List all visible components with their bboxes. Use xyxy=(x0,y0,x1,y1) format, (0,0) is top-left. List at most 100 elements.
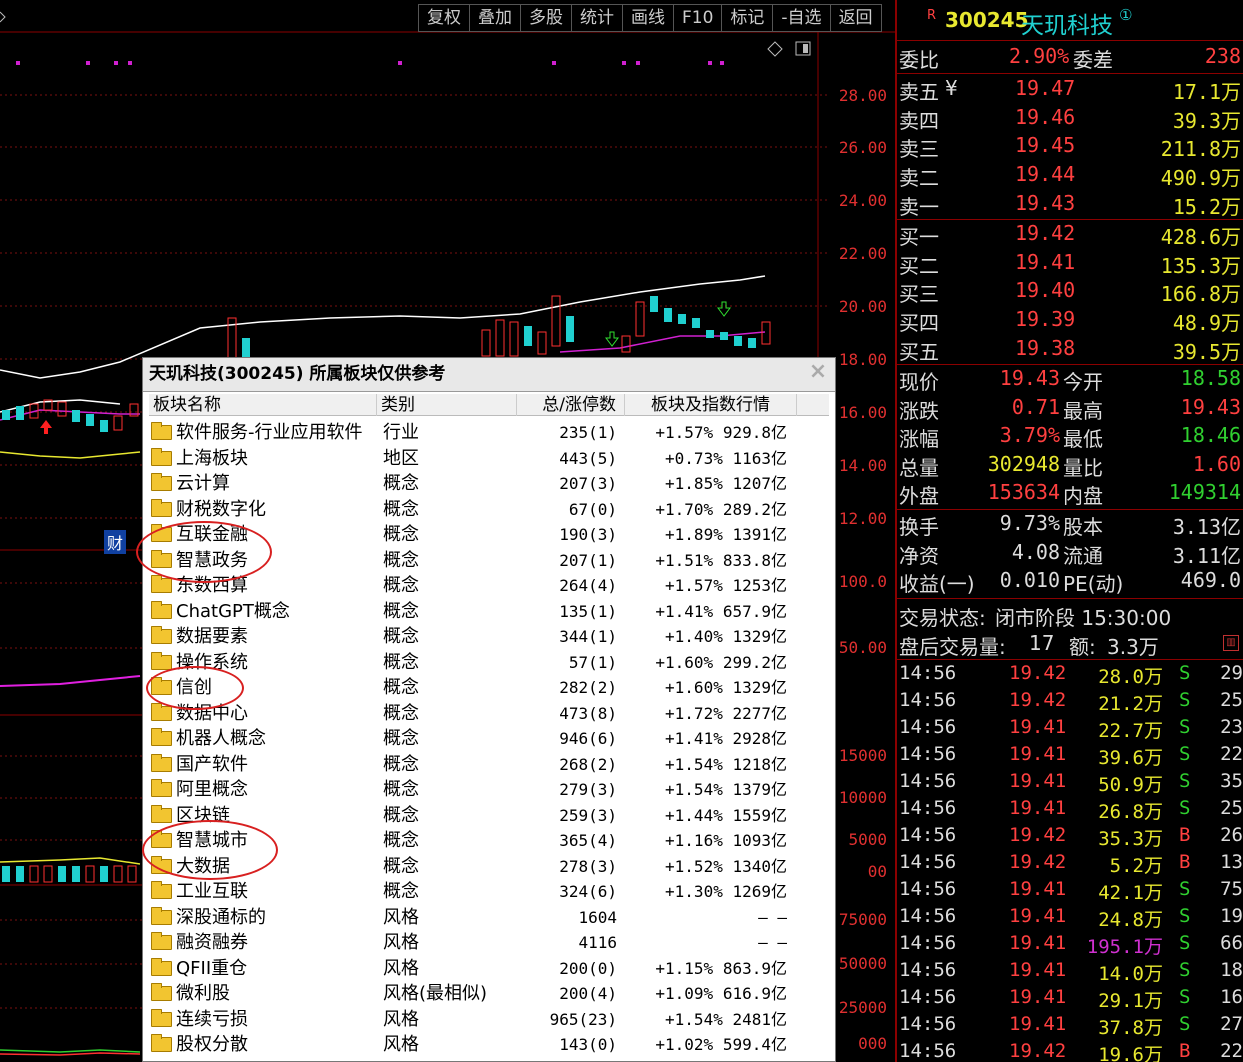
tick-row[interactable]: 14:56 19.41 14.0万 S 18 xyxy=(897,959,1243,986)
stat-label: 涨幅 xyxy=(899,427,939,451)
buy-row[interactable]: 买二 19.41 135.3万 xyxy=(897,250,1243,278)
col-type[interactable]: 类别 xyxy=(377,394,517,416)
stock-name-marker: ① xyxy=(1119,6,1133,24)
tick-row[interactable]: 14:56 19.41 50.9万 S 35 xyxy=(897,770,1243,797)
sector-row[interactable]: 微利股 风格(最相似) 200(4) +1.09% 616.9亿 xyxy=(149,981,829,1007)
toolbar-f10-button[interactable]: F10 xyxy=(674,5,723,31)
tick-row[interactable]: 14:56 19.41 37.8万 S 27 xyxy=(897,1013,1243,1040)
sell-row[interactable]: 卖一 19.43 15.2万 xyxy=(897,191,1243,219)
sector-row[interactable]: ChatGPT概念 概念 135(1) +1.41% 657.9亿 xyxy=(149,599,829,625)
col-quote[interactable]: 板块及指数行情 xyxy=(625,394,797,416)
folder-icon xyxy=(151,575,172,593)
toolbar-mark-button[interactable]: 标记 xyxy=(722,5,774,31)
sector-row[interactable]: 操作系统 概念 57(1) +1.60% 299.2亿 xyxy=(149,650,829,676)
tick-volume: 42.1万 xyxy=(1098,882,1163,904)
indicator-axis-label: 100.0 xyxy=(838,572,887,591)
sector-row[interactable]: 数据要素 概念 344(1) +1.40% 1329亿 xyxy=(149,624,829,650)
col-count[interactable]: 总/涨停数 xyxy=(517,394,625,416)
toolbar-remove-watchlist-button[interactable]: -自选 xyxy=(773,5,831,31)
sector-count: 200(4) xyxy=(559,984,617,1003)
sell-row[interactable]: 卖四 19.46 39.3万 xyxy=(897,105,1243,133)
buy-volume: 166.8万 xyxy=(1160,282,1241,307)
sector-name: 数据要素 xyxy=(176,626,248,647)
stat-row: 换手 9.73% 股本 3.13亿 xyxy=(897,511,1243,539)
buy-row[interactable]: 买三 19.40 166.8万 xyxy=(897,278,1243,306)
sector-quote: +1.57% 929.8亿 xyxy=(655,423,787,442)
buy-volume: 48.9万 xyxy=(1172,311,1241,336)
sector-row[interactable]: 数据中心 概念 473(8) +1.72% 2277亿 xyxy=(149,701,829,727)
weibi-value: 2.90% xyxy=(1009,44,1070,68)
stat-value: 1.60 xyxy=(1192,451,1241,476)
sector-row[interactable]: 工业互联 概念 324(6) +1.30% 1269亿 xyxy=(149,879,829,905)
buy-row[interactable]: 买一 19.42 428.6万 xyxy=(897,221,1243,249)
sector-count: 4116 xyxy=(578,933,617,952)
tick-row[interactable]: 14:56 19.41 42.1万 S 75 xyxy=(897,878,1243,905)
toolbar-back-button[interactable]: 返回 xyxy=(831,5,881,31)
sector-row[interactable]: 区块链 概念 259(3) +1.44% 1559亿 xyxy=(149,803,829,829)
tick-price: 19.41 xyxy=(1009,878,1067,900)
tick-row[interactable]: 14:56 19.41 22.7万 S 23 xyxy=(897,716,1243,743)
buy-price: 19.41 xyxy=(1015,249,1076,274)
tick-row[interactable]: 14:56 19.42 21.2万 S 25 xyxy=(897,689,1243,716)
stat-label: 涨跌 xyxy=(899,398,939,423)
sector-row[interactable]: 上海板块 地区 443(5) +0.73% 1163亿 xyxy=(149,446,829,472)
sector-row[interactable]: 财税数字化 概念 67(0) +1.70% 289.2亿 xyxy=(149,497,829,523)
sector-row[interactable]: 深股通标的 风格 1604 — — xyxy=(149,905,829,931)
tick-price: 19.42 xyxy=(1009,851,1067,873)
sector-name: 财税数字化 xyxy=(176,498,266,520)
tick-row[interactable]: 14:56 19.41 24.8万 S 19 xyxy=(897,905,1243,932)
sector-quote: +1.54% 1379亿 xyxy=(665,780,787,799)
tick-row[interactable]: 14:56 19.41 39.6万 S 22 xyxy=(897,743,1243,770)
tick-volume: 35.3万 xyxy=(1098,828,1163,850)
chart-toolbar: 复权 叠加 多股 统计 画线 F10 标记 -自选 返回 xyxy=(418,4,882,32)
tick-row[interactable]: 14:56 19.42 35.3万 B 26 xyxy=(897,824,1243,851)
sector-row[interactable]: QFII重仓 风格 200(0) +1.15% 863.9亿 xyxy=(149,956,829,982)
tick-row[interactable]: 14:56 19.41 29.1万 S 16 xyxy=(897,986,1243,1013)
buy-row[interactable]: 买四 19.39 48.9万 xyxy=(897,307,1243,335)
sector-row[interactable]: 国产软件 概念 268(2) +1.54% 1218亿 xyxy=(149,752,829,778)
sell-row[interactable]: 卖五 ¥19.47 17.1万 xyxy=(897,76,1243,104)
sector-row[interactable]: 连续亏损 风格 965(23) +1.54% 2481亿 xyxy=(149,1007,829,1033)
close-icon[interactable]: × xyxy=(807,361,829,383)
volume-axis-label: 15000 xyxy=(838,746,887,765)
popup-title-bar[interactable]: 天玑科技(300245) 所属板块仅供参考 × xyxy=(143,358,835,392)
tick-row[interactable]: 14:56 19.42 28.0万 S 29 xyxy=(897,662,1243,689)
tick-count: 26 xyxy=(1220,824,1243,846)
tick-row[interactable]: 14:56 19.41 195.1万 S 66 xyxy=(897,932,1243,959)
sector-row[interactable]: 机器人概念 概念 946(6) +1.41% 2928亿 xyxy=(149,726,829,752)
finance-marker[interactable]: 财 xyxy=(104,530,127,554)
sector-row[interactable]: 阿里概念 概念 279(3) +1.54% 1379亿 xyxy=(149,777,829,803)
folder-icon xyxy=(151,447,172,466)
sector-type: 概念 xyxy=(383,600,419,622)
tick-volume: 19.6万 xyxy=(1098,1044,1163,1062)
sector-count: 965(23) xyxy=(549,1009,617,1029)
folder-icon xyxy=(151,881,172,899)
toolbar-multi-stock-button[interactable]: 多股 xyxy=(521,5,572,31)
tick-row[interactable]: 14:56 19.41 26.8万 S 25 xyxy=(897,797,1243,824)
sector-popup: 天玑科技(300245) 所属板块仅供参考 × 板块名称 类别 总/涨停数 板块… xyxy=(142,357,836,1062)
sector-name: 股权分散 xyxy=(176,1034,248,1055)
toolbar-overlay-button[interactable]: 叠加 xyxy=(470,5,521,31)
sector-row[interactable]: 股权分散 风格 143(0) +1.02% 599.4亿 xyxy=(149,1032,829,1058)
sector-row[interactable]: 融资融券 风格 4116 — — xyxy=(149,930,829,956)
sector-row[interactable]: 信创 概念 282(2) +1.60% 1329亿 xyxy=(149,675,829,701)
sector-name: 云计算 xyxy=(176,473,230,494)
sector-row[interactable]: 东数西算 概念 264(4) +1.57% 1253亿 xyxy=(149,573,829,599)
sector-row[interactable]: 软件服务-行业应用软件 行业 235(1) +1.57% 929.8亿 xyxy=(149,420,829,446)
sell-row[interactable]: 卖三 19.45 211.8万 xyxy=(897,133,1243,161)
buy-row[interactable]: 买五 19.38 39.5万 xyxy=(897,336,1243,364)
toolbar-fuquan-button[interactable]: 复权 xyxy=(419,5,470,31)
sector-row[interactable]: 云计算 概念 207(3) +1.85% 1207亿 xyxy=(149,471,829,497)
stat-value: 0.71 xyxy=(1011,394,1060,419)
col-sector-name[interactable]: 板块名称 xyxy=(149,394,377,416)
sector-name: QFII重仓 xyxy=(176,957,248,979)
tick-row[interactable]: 14:56 19.42 5.2万 B 13 xyxy=(897,851,1243,878)
tick-row[interactable]: 14:56 19.42 19.6万 B 22 xyxy=(897,1040,1243,1062)
toolbar-draw-line-button[interactable]: 画线 xyxy=(623,5,674,31)
weibi-row: 委比 2.90% 委差 238 xyxy=(897,44,1243,72)
sector-count: 344(1) xyxy=(559,627,617,646)
chart-toggle-icon[interactable]: ▥ xyxy=(1223,635,1239,651)
sell-row[interactable]: 卖二 19.44 490.9万 xyxy=(897,162,1243,190)
toolbar-statistics-button[interactable]: 统计 xyxy=(572,5,623,31)
sector-quote: +1.51% 833.8亿 xyxy=(655,550,787,570)
